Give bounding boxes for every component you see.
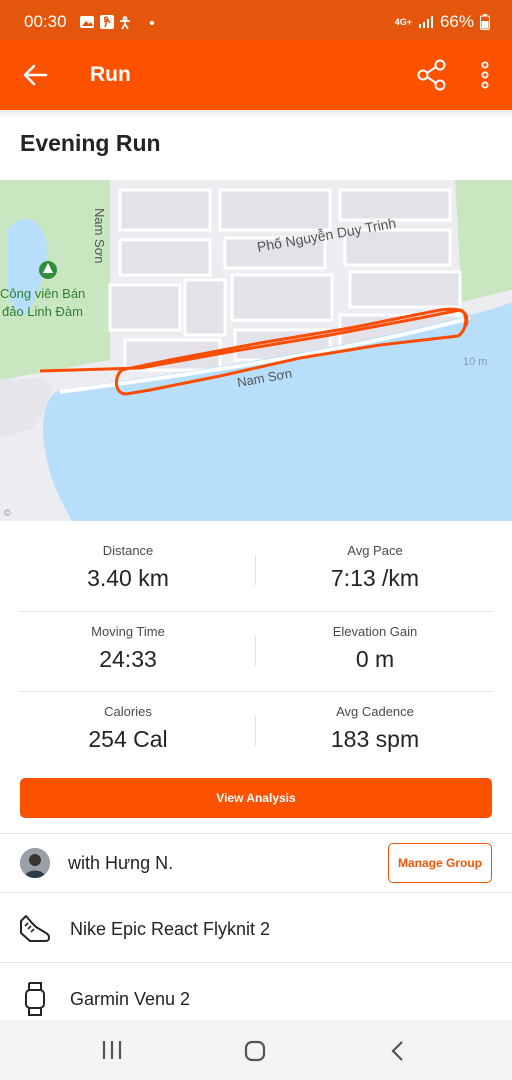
stat-moving-time: Moving Time 24:33 <box>0 624 256 673</box>
notification-icons <box>80 15 155 30</box>
section-divider <box>0 892 512 893</box>
stat-avg-cadence: Avg Cadence 183 spm <box>247 704 503 753</box>
stat-value: 3.40 km <box>87 565 169 591</box>
park-label-line1: Công viên Bán <box>0 286 85 301</box>
watch-icon <box>25 982 45 1016</box>
avatar-image <box>20 848 50 878</box>
section-divider <box>0 962 512 963</box>
stat-label: Calories <box>104 704 152 719</box>
view-analysis-button[interactable]: View Analysis <box>20 778 492 818</box>
map-attribution-icon: © <box>4 508 11 518</box>
stat-distance: Distance 3.40 km <box>0 543 256 592</box>
map-scale-label: 10 m <box>463 356 487 368</box>
stat-calories: Calories 254 Cal <box>0 704 256 753</box>
park-label-line2: đảo Linh Đàm <box>2 304 83 319</box>
stat-value: 24:33 <box>99 646 157 672</box>
stats-row-divider <box>20 611 492 612</box>
gear-device: Garmin Venu 2 <box>70 989 191 1009</box>
stat-value: 0 m <box>355 646 395 672</box>
section-divider <box>0 833 512 834</box>
map-canvas: Nam Sơn Phố Nguyễn Duy Trinh Nam Sơn 10 … <box>0 180 512 521</box>
app-bar-title: Run <box>90 63 131 86</box>
back-arrow-icon[interactable] <box>22 62 48 88</box>
app-bar-shadow <box>0 110 512 118</box>
stat-avg-pace: Avg Pace 7:13 /km <box>247 543 503 592</box>
stats-row-divider <box>20 691 492 692</box>
share-icon[interactable] <box>415 58 449 92</box>
more-options-icon[interactable] <box>474 60 496 90</box>
gear-shoes: Nike Epic React Flyknit 2 <box>70 919 271 939</box>
shoe-icon <box>20 915 50 942</box>
status-time: 00:30 <box>24 12 67 31</box>
stat-label: Avg Cadence <box>336 704 414 719</box>
signal-icon <box>418 16 433 28</box>
stat-label: Distance <box>102 543 154 558</box>
status-bar: 00:30 4G+ 66% <box>0 0 512 40</box>
app-bar: Run <box>0 40 512 110</box>
battery-icon <box>480 14 490 30</box>
battery-percent: 66% <box>439 12 474 31</box>
stat-label: Elevation Gain <box>332 624 418 639</box>
route-map[interactable]: Nam Sơn Phố Nguyễn Duy Trinh Nam Sơn 10 … <box>0 180 512 521</box>
avatar[interactable] <box>20 848 50 878</box>
system-nav-bar <box>0 1020 512 1080</box>
stat-value: 183 spm <box>330 726 420 752</box>
park-area-east <box>455 180 512 302</box>
group-with-text: with Hưng N. <box>68 853 174 873</box>
stat-label: Avg Pace <box>347 543 403 558</box>
stat-label: Moving Time <box>91 624 165 639</box>
recent-apps-icon[interactable] <box>100 1039 124 1061</box>
street-label-nam-son: Nam Sơn <box>92 208 107 264</box>
manage-group-button[interactable]: Manage Group <box>388 843 492 883</box>
activity-title: Evening Run <box>20 130 161 156</box>
stat-value: 254 Cal <box>88 726 168 752</box>
nav-back-icon[interactable] <box>388 1039 408 1063</box>
network-type: 4G+ <box>394 16 412 27</box>
stat-elevation-gain: Elevation Gain 0 m <box>247 624 503 673</box>
stat-value: 7:13 /km <box>330 565 420 591</box>
home-icon[interactable] <box>243 1039 267 1063</box>
